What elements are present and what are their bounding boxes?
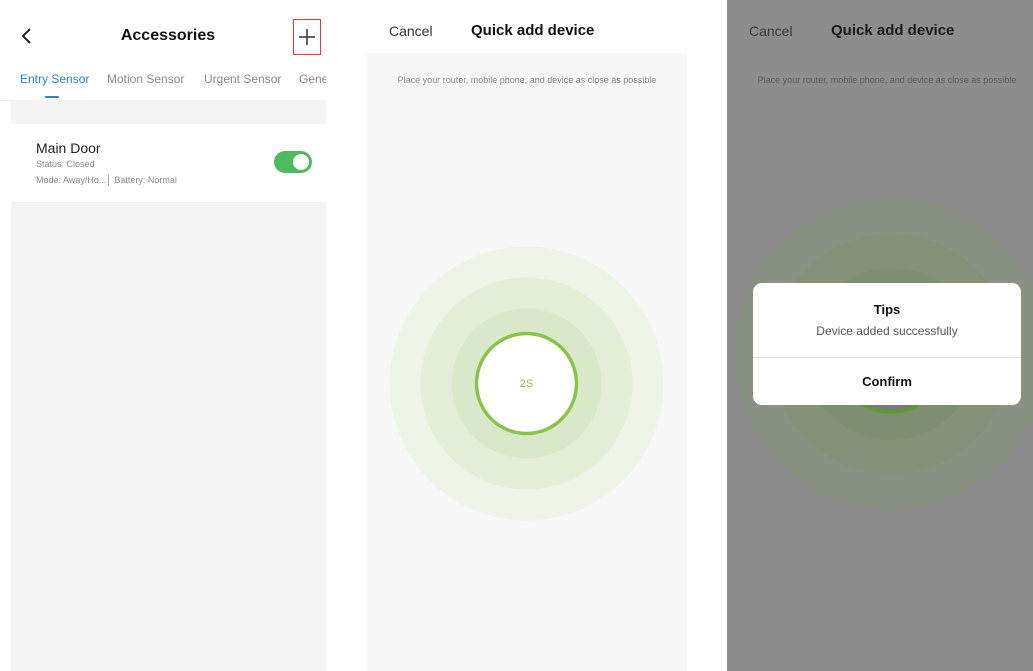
quick-add-header: Cancel Quick add device [367,0,687,53]
add-device-button[interactable] [293,19,321,55]
device-mode: Mode: Away/Ho... [36,175,107,185]
tab-entry-sensor[interactable]: Entry Sensor [20,72,89,86]
placement-hint: Place your router, mobile phone, and dev… [757,75,1017,85]
device-status: Status: Closed [36,159,95,169]
dialog-title: Tips [873,302,901,317]
device-name: Main Door [36,140,101,156]
countdown-text: 2S [520,378,533,390]
device-card-main-door[interactable]: Main Door Status: Closed Mode: Away/Ho..… [11,124,326,202]
confirm-button[interactable]: Confirm [753,358,1021,405]
tab-general[interactable]: Gene [299,72,326,86]
toggle-knob [293,154,309,170]
page-title: Accessories [120,27,216,44]
device-mode-battery: Mode: Away/Ho... Battery: Normal [36,175,177,187]
device-battery: Battery: Normal [114,175,177,185]
placement-hint: Place your router, mobile phone, and dev… [397,75,657,85]
pairing-radar: 2S [389,246,664,521]
tab-motion-sensor[interactable]: Motion Sensor [107,72,184,86]
success-dialog: Tips Device added successfully Confirm [753,283,1021,405]
active-tab-indicator [45,96,59,98]
accessories-screen: Accessories Entry Sensor Motion Sensor U… [0,0,326,671]
page-title: Quick add device [471,22,595,39]
tab-urgent-sensor[interactable]: Urgent Sensor [204,72,281,86]
list-spacer [11,100,326,124]
cancel-button[interactable]: Cancel [749,23,793,39]
page-title: Quick add device [831,22,955,39]
quick-add-screen: Cancel Quick add device Place your route… [367,0,687,671]
divider [108,175,110,187]
dialog-message: Device added successfully [816,324,958,338]
list-empty-area [11,202,326,671]
cancel-button[interactable]: Cancel [389,23,433,39]
quick-add-success-screen: Cancel Quick add device Place your route… [727,0,1033,671]
device-enable-toggle[interactable] [274,151,312,173]
plus-icon [299,29,315,45]
